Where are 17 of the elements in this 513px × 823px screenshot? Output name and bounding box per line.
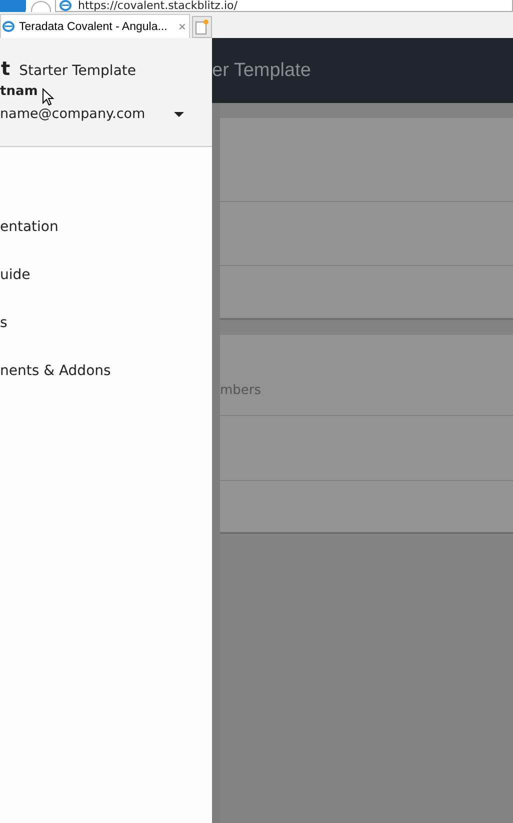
browser-tab[interactable]: Teradata Covalent - Angula... × — [0, 14, 190, 38]
dropdown-caret-icon[interactable] — [174, 112, 184, 116]
toolbar-title: er Template — [212, 60, 311, 82]
user-email: name@company.com — [0, 106, 146, 122]
nav-item[interactable]: s — [0, 314, 212, 362]
nav-item[interactable]: entation — [0, 218, 212, 266]
brand-text: t — [1, 58, 10, 80]
browser-logo-icon — [59, 0, 72, 11]
nav-item[interactable]: uide — [0, 266, 212, 314]
mouse-cursor-icon — [42, 88, 54, 106]
new-tab-button[interactable] — [192, 16, 212, 38]
nav-item[interactable]: nents & Addons — [0, 362, 212, 410]
close-tab-button[interactable]: × — [178, 19, 186, 34]
card-subtitle: mbers — [220, 383, 262, 398]
user-name: tnam — [0, 84, 38, 99]
drawer-title: Starter Template — [19, 63, 136, 79]
browser-logo-icon — [2, 21, 15, 32]
